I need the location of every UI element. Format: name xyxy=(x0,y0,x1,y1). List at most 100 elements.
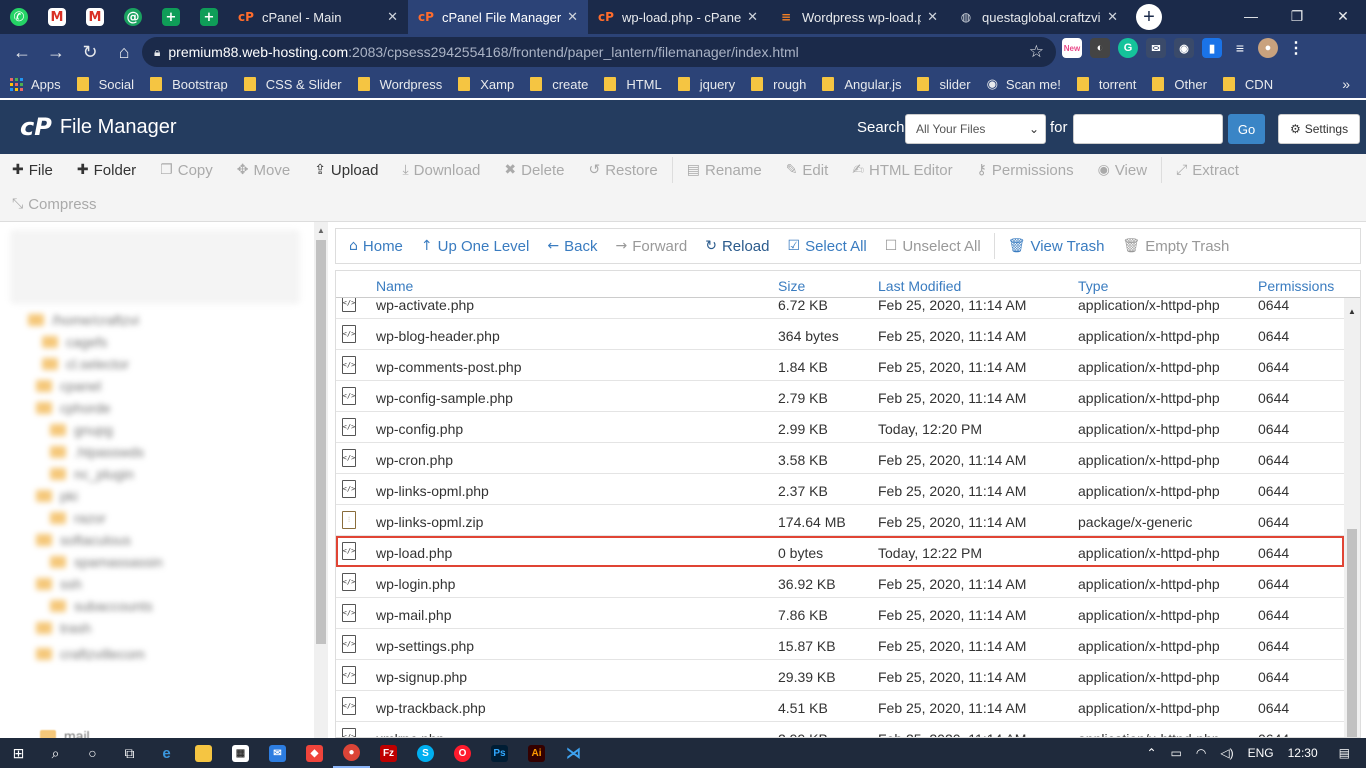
tree-item-mail[interactable]: mail xyxy=(40,728,90,738)
table-row[interactable]: ⫶ wp-links-opml.zip 174.64 MB Feb 25, 2020,… xyxy=(336,505,1344,536)
notifications-icon[interactable]: ▤ xyxy=(1339,746,1350,760)
reload-icon[interactable]: ↻ xyxy=(74,36,106,68)
up-one-level-button[interactable]: ↑ Up One Level xyxy=(412,238,538,255)
bookmark-folder[interactable]: Social xyxy=(76,77,134,92)
column-header-size[interactable]: Size xyxy=(778,278,805,294)
delete-button[interactable]: ✖ Delete xyxy=(492,162,576,179)
store-icon[interactable]: ▦ xyxy=(222,738,259,768)
bookmark-folder[interactable]: rough xyxy=(751,77,806,92)
volume-icon[interactable]: ◁) xyxy=(1220,746,1233,760)
bookmark-folder[interactable]: CSS & Slider xyxy=(243,77,342,92)
column-header-permissions[interactable]: Permissions xyxy=(1258,278,1334,294)
select-all-button[interactable]: ☑ Select All xyxy=(779,238,876,255)
file-name[interactable]: wp-links-opml.zip xyxy=(376,514,483,530)
tree-item[interactable]: cl.selector xyxy=(42,356,129,372)
table-row[interactable]: </> wp-links-opml.php 2.37 KB Feb 25, 2020,… xyxy=(336,474,1344,505)
new-folder-button[interactable]: ✚ Folder xyxy=(65,162,148,179)
tab-stackoverflow[interactable]: ≡ Wordpress wp-load.ph ✕ xyxy=(768,0,948,34)
menu-dots-icon[interactable]: ⋮ xyxy=(1286,38,1306,58)
tree-item[interactable]: razor xyxy=(50,510,106,526)
reading-list-icon[interactable]: ≡ xyxy=(1230,38,1250,58)
empty-trash-button[interactable]: 🗑︎ Empty Trash xyxy=(1113,238,1238,255)
column-header-type[interactable]: Type xyxy=(1078,278,1108,294)
table-row[interactable]: </> wp-trackback.php 4.51 KB Feb 25, 2020, … xyxy=(336,691,1344,722)
extension-blue-icon[interactable]: ▮ xyxy=(1202,38,1222,58)
bookmarks-overflow-icon[interactable]: » xyxy=(1342,76,1350,92)
table-row[interactable]: </> wp-blog-header.php 364 bytes Feb 25, 20… xyxy=(336,319,1344,350)
bookmark-folder[interactable]: CDN xyxy=(1222,77,1273,92)
file-name[interactable]: wp-mail.php xyxy=(376,607,451,623)
tab-wp-load[interactable]: cP wp-load.php - cPanel ✕ xyxy=(588,0,768,34)
home-button[interactable]: ⌂ Home xyxy=(340,238,412,255)
bookmark-folder[interactable]: Other xyxy=(1152,77,1207,92)
search-input[interactable] xyxy=(1073,114,1223,144)
pinned-tab-sheets-2[interactable]: + xyxy=(190,0,228,34)
pinned-tab-gmail-1[interactable]: M xyxy=(38,0,76,34)
profile-avatar-icon[interactable]: ● xyxy=(1258,38,1278,58)
file-name[interactable]: wp-blog-header.php xyxy=(376,328,500,344)
anydesk-icon[interactable]: ◆ xyxy=(296,738,333,768)
close-window-icon[interactable]: ✕ xyxy=(1320,0,1366,32)
table-row[interactable]: </> wp-comments-post.php 1.84 KB Feb 25, 20… xyxy=(336,350,1344,381)
tree-item[interactable]: cphorde xyxy=(36,400,111,416)
mail-icon[interactable]: ✉ xyxy=(259,738,296,768)
table-row[interactable]: </> wp-config.php 2.99 KB Today, 12:20 PM ap… xyxy=(336,412,1344,443)
close-icon[interactable]: ✕ xyxy=(1107,9,1118,25)
language-indicator[interactable]: ENG xyxy=(1248,746,1274,760)
tree-item[interactable]: cpanel xyxy=(36,378,101,394)
tree-item[interactable]: pki xyxy=(36,488,78,504)
tree-item[interactable]: .htpasswds xyxy=(50,444,144,460)
table-row[interactable]: </> wp-settings.php 15.87 KB Feb 25, 2020, … xyxy=(336,629,1344,660)
file-name[interactable]: wp-links-opml.php xyxy=(376,483,489,499)
grammarly-icon[interactable]: G xyxy=(1118,38,1138,58)
close-icon[interactable]: ✕ xyxy=(567,9,578,25)
scroll-up-arrow-icon[interactable]: ▲ xyxy=(317,226,325,235)
pinned-tab-at[interactable]: @ xyxy=(114,0,152,34)
search-icon[interactable]: ⌕ xyxy=(37,738,74,768)
tree-item[interactable]: /home/craftzvi xyxy=(28,312,139,328)
back-button[interactable]: ← Back xyxy=(538,238,606,255)
tree-item[interactable]: ssh xyxy=(36,576,82,592)
file-name[interactable]: wp-comments-post.php xyxy=(376,359,522,375)
opera-icon[interactable]: O xyxy=(444,738,481,768)
tab-cpanel-main[interactable]: cP cPanel - Main ✕ xyxy=(228,0,408,34)
bookmark-star-icon[interactable]: ☆ xyxy=(1029,42,1044,62)
clock[interactable]: 12:30 xyxy=(1288,746,1318,760)
tab-file-manager[interactable]: cP cPanel File Manager v ✕ xyxy=(408,0,588,34)
file-name[interactable]: wp-config.php xyxy=(376,421,463,437)
edge-icon[interactable]: e xyxy=(148,738,185,768)
view-trash-button[interactable]: 🗑︎ View Trash xyxy=(999,238,1114,255)
bookmark-folder[interactable]: Wordpress xyxy=(357,77,442,92)
move-button[interactable]: ✥ Move xyxy=(225,162,302,179)
tree-item[interactable]: gnupg xyxy=(50,422,113,438)
table-row[interactable]: </> wp-signup.php 29.39 KB Feb 25, 2020, 11… xyxy=(336,660,1344,691)
file-name[interactable]: wp-activate.php xyxy=(376,297,474,313)
copy-button[interactable]: ❐ Copy xyxy=(148,162,225,179)
tree-item[interactable]: softaculous xyxy=(36,532,131,548)
search-scope-select[interactable]: All Your Files ⌄ xyxy=(905,114,1046,144)
file-name[interactable]: wp-load.php xyxy=(376,545,452,561)
file-name[interactable]: wp-config-sample.php xyxy=(376,390,513,406)
scroll-up-arrow-icon[interactable]: ▲ xyxy=(1348,307,1356,316)
tree-item[interactable]: craftzvillecom xyxy=(36,646,145,662)
close-icon[interactable]: ✕ xyxy=(927,9,938,25)
bookmark-folder[interactable]: create xyxy=(530,77,588,92)
restore-button[interactable]: ↺ Restore xyxy=(576,162,669,179)
home-icon[interactable]: ⌂ xyxy=(108,36,140,68)
windows-start-icon[interactable]: ⊞ xyxy=(0,738,37,768)
html-editor-button[interactable]: ✍ HTML Editor xyxy=(840,162,964,179)
go-button[interactable]: Go xyxy=(1228,114,1265,144)
file-name[interactable]: xmlrpc.php xyxy=(376,731,444,737)
table-row[interactable]: </> wp-config-sample.php 2.79 KB Feb 25, 20… xyxy=(336,381,1344,412)
upload-button[interactable]: ⇪ Upload xyxy=(302,162,390,179)
mail-extension-icon[interactable]: ✉ xyxy=(1146,38,1166,58)
column-header-name[interactable]: Name xyxy=(376,278,413,294)
extract-button[interactable]: ⤢ Extract xyxy=(1164,162,1251,179)
tree-item[interactable]: subaccounts xyxy=(50,598,153,614)
minimize-icon[interactable]: — xyxy=(1228,0,1274,32)
forward-button[interactable]: → Forward xyxy=(606,238,696,255)
file-name[interactable]: wp-login.php xyxy=(376,576,455,592)
tree-scrollbar-thumb[interactable] xyxy=(316,240,326,644)
cortana-icon[interactable]: ○ xyxy=(74,738,111,768)
tree-item[interactable]: spamassassin xyxy=(50,554,163,570)
